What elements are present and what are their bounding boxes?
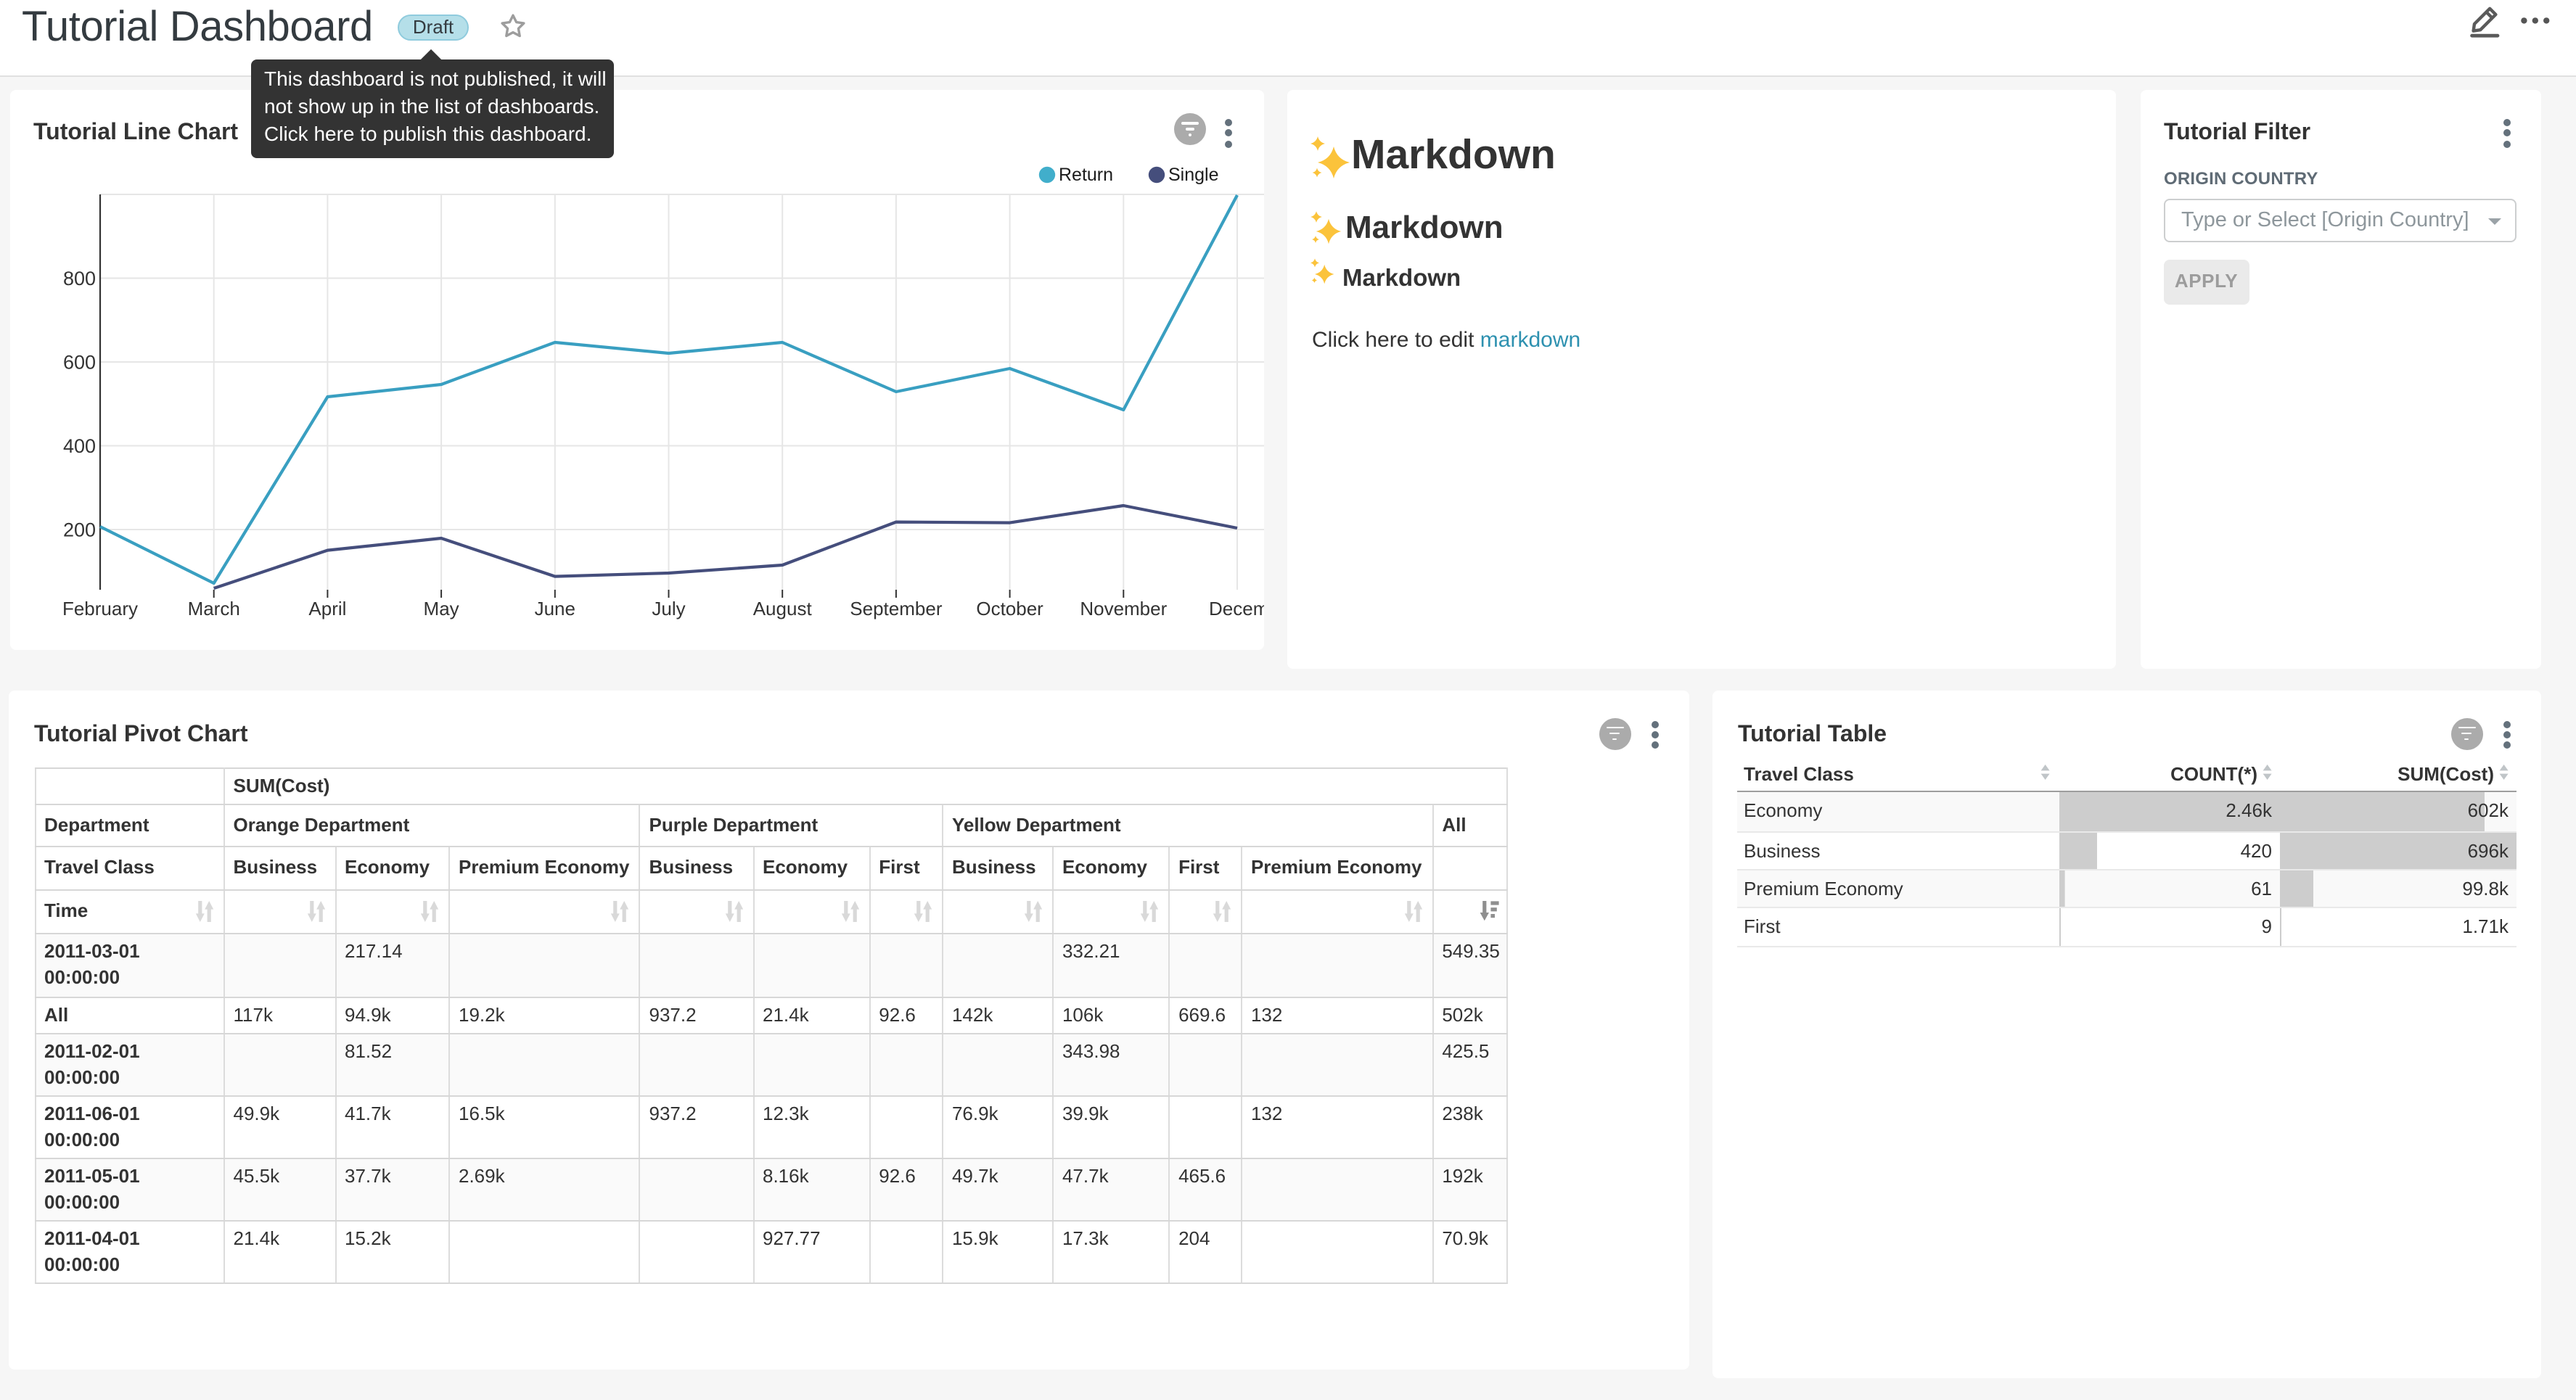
- svg-text:July: July: [652, 598, 685, 619]
- svg-text:800: 800: [63, 268, 96, 289]
- svg-text:September: September: [850, 598, 943, 619]
- svg-text:February: February: [62, 598, 138, 619]
- svg-text:Single: Single: [1168, 165, 1219, 185]
- svg-text:December: December: [1209, 598, 1264, 619]
- svg-text:May: May: [424, 598, 459, 619]
- svg-text:200: 200: [63, 519, 96, 541]
- svg-text:April: April: [308, 598, 346, 619]
- svg-text:March: March: [188, 598, 240, 619]
- svg-text:June: June: [535, 598, 575, 619]
- svg-text:400: 400: [63, 435, 96, 457]
- svg-text:August: August: [753, 598, 813, 619]
- svg-text:Return: Return: [1059, 165, 1113, 185]
- svg-text:November: November: [1080, 598, 1167, 619]
- svg-text:600: 600: [63, 352, 96, 374]
- svg-text:October: October: [976, 598, 1043, 619]
